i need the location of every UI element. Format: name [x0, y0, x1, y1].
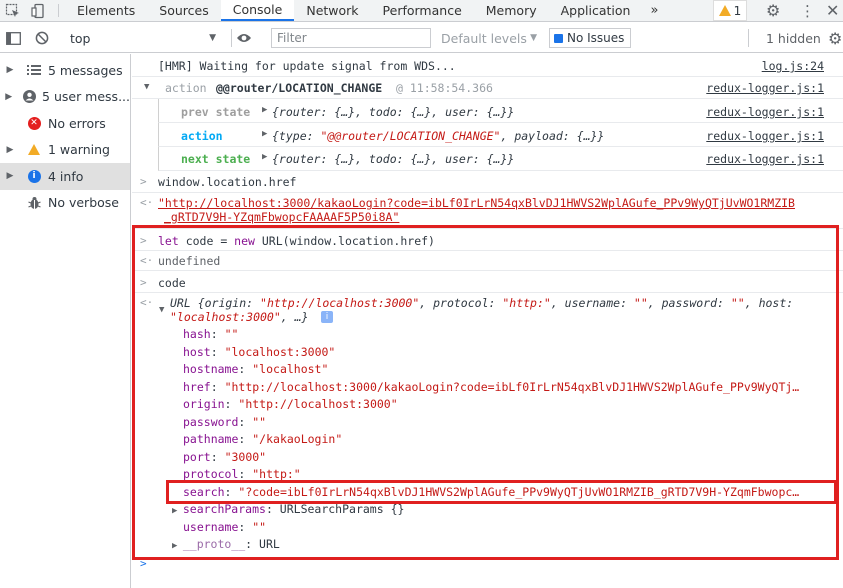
console-group-row[interactable]: ▼ action @@router/LOCATION_CHANGE @ 11:5…: [132, 77, 843, 99]
console-sidebar: ▶ 5 messages ▶ 5 user mess... ✕ No error…: [0, 54, 131, 588]
result-href-link[interactable]: "http://localhost:3000/kakaoLogin?code=i…: [158, 196, 795, 210]
source-link[interactable]: redux-logger.js:1: [706, 129, 824, 143]
console-input-row: > window.location.href: [132, 171, 843, 193]
warning-icon: [20, 144, 48, 156]
group-action-name: @@router/LOCATION_CHANGE: [216, 81, 383, 95]
warning-icon: [718, 5, 731, 16]
devtools-tab-bar: Elements Sources Console Network Perform…: [0, 0, 843, 22]
settings-gear-icon[interactable]: ⚙: [766, 0, 780, 21]
highlight-box: [132, 225, 839, 560]
highlight-box: [166, 480, 837, 504]
source-link[interactable]: log.js:24: [762, 59, 824, 73]
dropdown-arrow-icon: ▼: [530, 33, 537, 43]
tab-performance[interactable]: Performance: [371, 0, 474, 21]
sidebar-item-label: 5 user mess...: [42, 89, 130, 105]
console-settings-gear-icon[interactable]: ⚙: [828, 23, 842, 53]
source-link[interactable]: redux-logger.js:1: [706, 81, 824, 95]
console-message-row: action ▶ {type: "@@router/LOCATION_CHANG…: [158, 123, 843, 147]
expand-arrow-icon[interactable]: ▶: [0, 171, 20, 181]
tab-application[interactable]: Application: [549, 0, 643, 21]
warnings-counter-button[interactable]: 1: [713, 0, 747, 21]
tab-separator: [58, 4, 59, 17]
bug-icon: [20, 196, 48, 210]
filter-input[interactable]: Filter: [271, 28, 431, 48]
tab-console[interactable]: Console: [220, 0, 295, 21]
console-result-row: <· "http://localhost:3000/kakaoLogin?cod…: [132, 193, 843, 229]
sidebar-item-label: No verbose: [48, 195, 119, 211]
result-href-link-cont[interactable]: _gRTD7V9H-YZqmFbwopcFAAAAF5P50i8A": [164, 210, 399, 224]
hidden-count: 1 hidden: [766, 30, 821, 46]
console-output: [HMR] Waiting for update signal from WDS…: [132, 54, 843, 588]
tab-elements[interactable]: Elements: [65, 0, 147, 21]
action-value[interactable]: {type: "@@router/LOCATION_CHANGE", paylo…: [272, 129, 604, 143]
toolbar-divider: [231, 29, 232, 47]
close-devtools-icon[interactable]: ✕: [826, 0, 839, 21]
issues-label: No Issues: [567, 31, 625, 45]
inspect-element-icon[interactable]: [0, 0, 26, 21]
action-label: action: [181, 129, 223, 143]
group-timestamp: @ 11:58:54.366: [396, 81, 493, 95]
prev-state-label: prev state: [181, 105, 251, 119]
log-levels-dropdown[interactable]: Default levels ▼: [441, 23, 537, 53]
console-message-row: next state ▶ {router: {…}, todo: {…}, us…: [158, 147, 843, 171]
sidebar-item-messages[interactable]: ▶ 5 messages: [0, 57, 130, 84]
input-prompt-icon: >: [140, 175, 147, 188]
source-link[interactable]: redux-logger.js:1: [706, 152, 824, 166]
dropdown-arrow-icon: ▼: [209, 33, 216, 43]
prev-state-value[interactable]: {router: {…}, todo: {…}, user: {…}}: [272, 105, 514, 119]
sidebar-item-verbose[interactable]: No verbose: [0, 190, 130, 217]
log-text: [HMR] Waiting for update signal from WDS…: [158, 59, 456, 73]
list-icon: [20, 64, 48, 76]
device-toolbar-icon[interactable]: [26, 0, 52, 21]
expand-arrow-icon[interactable]: ▶: [0, 145, 20, 155]
issues-button[interactable]: No Issues: [549, 28, 631, 48]
toolbar-divider: [748, 29, 749, 47]
tab-sources[interactable]: Sources: [147, 0, 220, 21]
info-icon: i: [20, 169, 48, 183]
sidebar-toggle-icon[interactable]: [3, 23, 23, 53]
next-state-label: next state: [181, 152, 251, 166]
sidebar-item-info[interactable]: ▶ i 4 info: [0, 163, 130, 190]
collapse-arrow-icon[interactable]: ▼: [144, 82, 149, 92]
expand-arrow-icon[interactable]: ▶: [0, 92, 18, 102]
log-levels-label: Default levels: [441, 30, 527, 46]
context-label: top: [70, 30, 91, 46]
sidebar-item-label: 1 warning: [48, 142, 110, 158]
expand-arrow-icon[interactable]: ▶: [0, 65, 20, 75]
more-options-icon[interactable]: ⋮: [800, 0, 815, 21]
sidebar-item-warnings[interactable]: ▶ 1 warning: [0, 137, 130, 164]
clear-console-icon[interactable]: [33, 23, 51, 53]
expand-arrow-icon[interactable]: ▶: [262, 129, 267, 139]
live-expression-eye-icon[interactable]: [234, 23, 254, 53]
console-message-row: prev state ▶ {router: {…}, todo: {…}, us…: [158, 99, 843, 123]
console-toolbar: top ▼ Filter Default levels ▼ No Issues …: [0, 23, 843, 53]
next-state-value[interactable]: {router: {…}, todo: {…}, user: {…}}: [272, 152, 514, 166]
expand-arrow-icon[interactable]: ▶: [262, 105, 267, 115]
more-tabs-button[interactable]: »: [642, 0, 666, 21]
source-link[interactable]: redux-logger.js:1: [706, 105, 824, 119]
tab-network[interactable]: Network: [294, 0, 370, 21]
expand-arrow-icon[interactable]: ▶: [262, 152, 267, 162]
user-icon: [18, 90, 43, 104]
group-prefix: action: [165, 81, 207, 95]
console-message-row: [HMR] Waiting for update signal from WDS…: [132, 54, 843, 77]
context-selector[interactable]: top ▼: [70, 23, 220, 53]
sidebar-item-label: 5 messages: [48, 62, 123, 78]
error-icon: ✕: [20, 116, 48, 130]
sidebar-item-user-messages[interactable]: ▶ 5 user mess...: [0, 84, 130, 111]
tab-memory[interactable]: Memory: [474, 0, 549, 21]
warning-count: 1: [733, 3, 742, 18]
issues-icon: [554, 33, 563, 43]
sidebar-item-label: No errors: [48, 115, 106, 131]
result-prompt-icon: <·: [140, 196, 154, 209]
sidebar-item-errors[interactable]: ✕ No errors: [0, 110, 130, 137]
input-command: window.location.href: [158, 175, 297, 189]
sidebar-item-label: 4 info: [48, 168, 84, 184]
